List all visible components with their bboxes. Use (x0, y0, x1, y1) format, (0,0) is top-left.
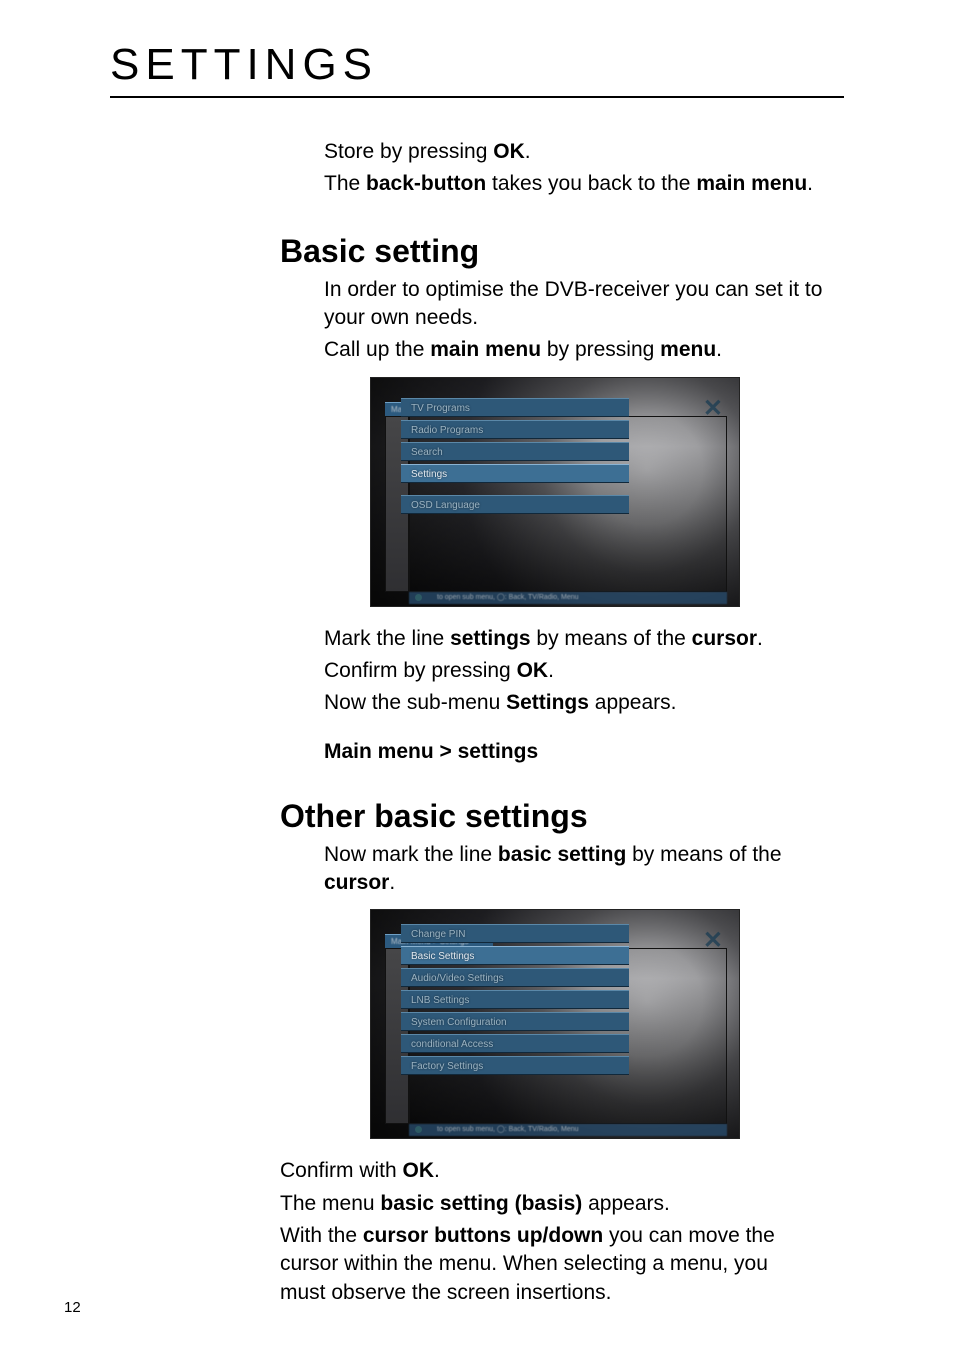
text: appears. (589, 691, 677, 714)
bold-text: OK (517, 659, 549, 682)
after-fig1-line-2: Confirm by pressing OK. (324, 657, 824, 685)
osd-menu-item-selected: Basic Settings (401, 946, 629, 965)
bold-text: basic setting (basis) (380, 1192, 582, 1215)
osd-menu-item: LNB Settings (401, 990, 629, 1009)
bold-text: settings (450, 627, 531, 650)
bold-text: cursor (324, 871, 389, 894)
figure-main-menu: Main Menu ✕ TV Programs Radio Programs S… (370, 377, 740, 607)
brand-logo-icon: ✕ (703, 394, 723, 423)
text: Confirm with (280, 1159, 403, 1182)
after-fig2-line-1: Confirm with OK. (280, 1157, 794, 1185)
text: Call up the (324, 338, 430, 361)
osd-menu-item-selected: Settings (401, 464, 629, 483)
bold-text: Settings (506, 691, 589, 714)
basic-p2: Call up the main menu by pressing menu. (324, 336, 824, 364)
bold-text: OK (403, 1159, 435, 1182)
other-p1: Now mark the line basic setting by means… (324, 841, 824, 898)
bold-text: basic setting (498, 843, 626, 866)
osd-help-bar: to open sub menu, ◯: Back, TV/Radio, Men… (409, 1124, 727, 1136)
osd-menu-item: OSD Language (401, 495, 629, 514)
text: . (716, 338, 722, 361)
text: . (434, 1159, 440, 1182)
text: Now the sub-menu (324, 691, 506, 714)
text: Now mark the line (324, 843, 498, 866)
text: . (389, 871, 395, 894)
osd-menu-item: conditional Access (401, 1034, 629, 1053)
text: by pressing (541, 338, 660, 361)
bold-text: OK (493, 140, 525, 163)
text: . (525, 140, 531, 163)
heading-other-basic-settings: Other basic settings (280, 798, 824, 835)
bold-text: cursor (692, 627, 757, 650)
text: . (757, 627, 763, 650)
text: . (807, 172, 813, 195)
bold-text: menu (660, 338, 716, 361)
text: takes you back to the (486, 172, 696, 195)
text: The menu (280, 1192, 380, 1215)
heading-basic-setting: Basic setting (280, 233, 824, 270)
osd-menu-item: System Configuration (401, 1012, 629, 1031)
osd-menu-item: Factory Settings (401, 1056, 629, 1075)
figure-settings-menu: Main Menu > Settings ✕ Change PIN Basic … (370, 909, 740, 1139)
after-fig2-line-2: The menu basic setting (basis) appears. (280, 1190, 794, 1218)
intro-line-2: The back-button takes you back to the ma… (324, 170, 824, 198)
after-fig2-line-3: With the cursor buttons up/down you can … (280, 1222, 794, 1307)
text: by means of the (531, 627, 692, 650)
basic-p1: In order to optimise the DVB-receiver yo… (324, 276, 824, 333)
page-title: SETTINGS (110, 40, 844, 90)
text: . (548, 659, 554, 682)
text: The (324, 172, 366, 195)
after-fig1-line-3: Now the sub-menu Settings appears. (324, 689, 824, 717)
osd-menu-item: Change PIN (401, 924, 629, 943)
text: With the (280, 1224, 363, 1247)
intro-line-1: Store by pressing OK. (324, 138, 824, 166)
osd-menu-item: TV Programs (401, 398, 629, 417)
osd-menu-item: Radio Programs (401, 420, 629, 439)
bold-text: main menu (430, 338, 541, 361)
text: Store by pressing (324, 140, 493, 163)
text: Mark the line (324, 627, 450, 650)
breadcrumb: Main menu > settings (324, 740, 824, 764)
brand-logo-icon: ✕ (703, 926, 723, 955)
bold-text: back-button (366, 172, 486, 195)
osd-menu-item: Search (401, 442, 629, 461)
text: Confirm by pressing (324, 659, 517, 682)
bold-text: main menu (696, 172, 807, 195)
bold-text: cursor buttons up/down (363, 1224, 603, 1247)
after-fig1-line-1: Mark the line settings by means of the c… (324, 625, 824, 653)
osd-help-bar: to open sub menu, ◯: Back, TV/Radio, Men… (409, 592, 727, 604)
text: appears. (582, 1192, 670, 1215)
osd-menu-item: Audio/Video Settings (401, 968, 629, 987)
text: by means of the (626, 843, 781, 866)
page-number: 12 (64, 1299, 81, 1316)
